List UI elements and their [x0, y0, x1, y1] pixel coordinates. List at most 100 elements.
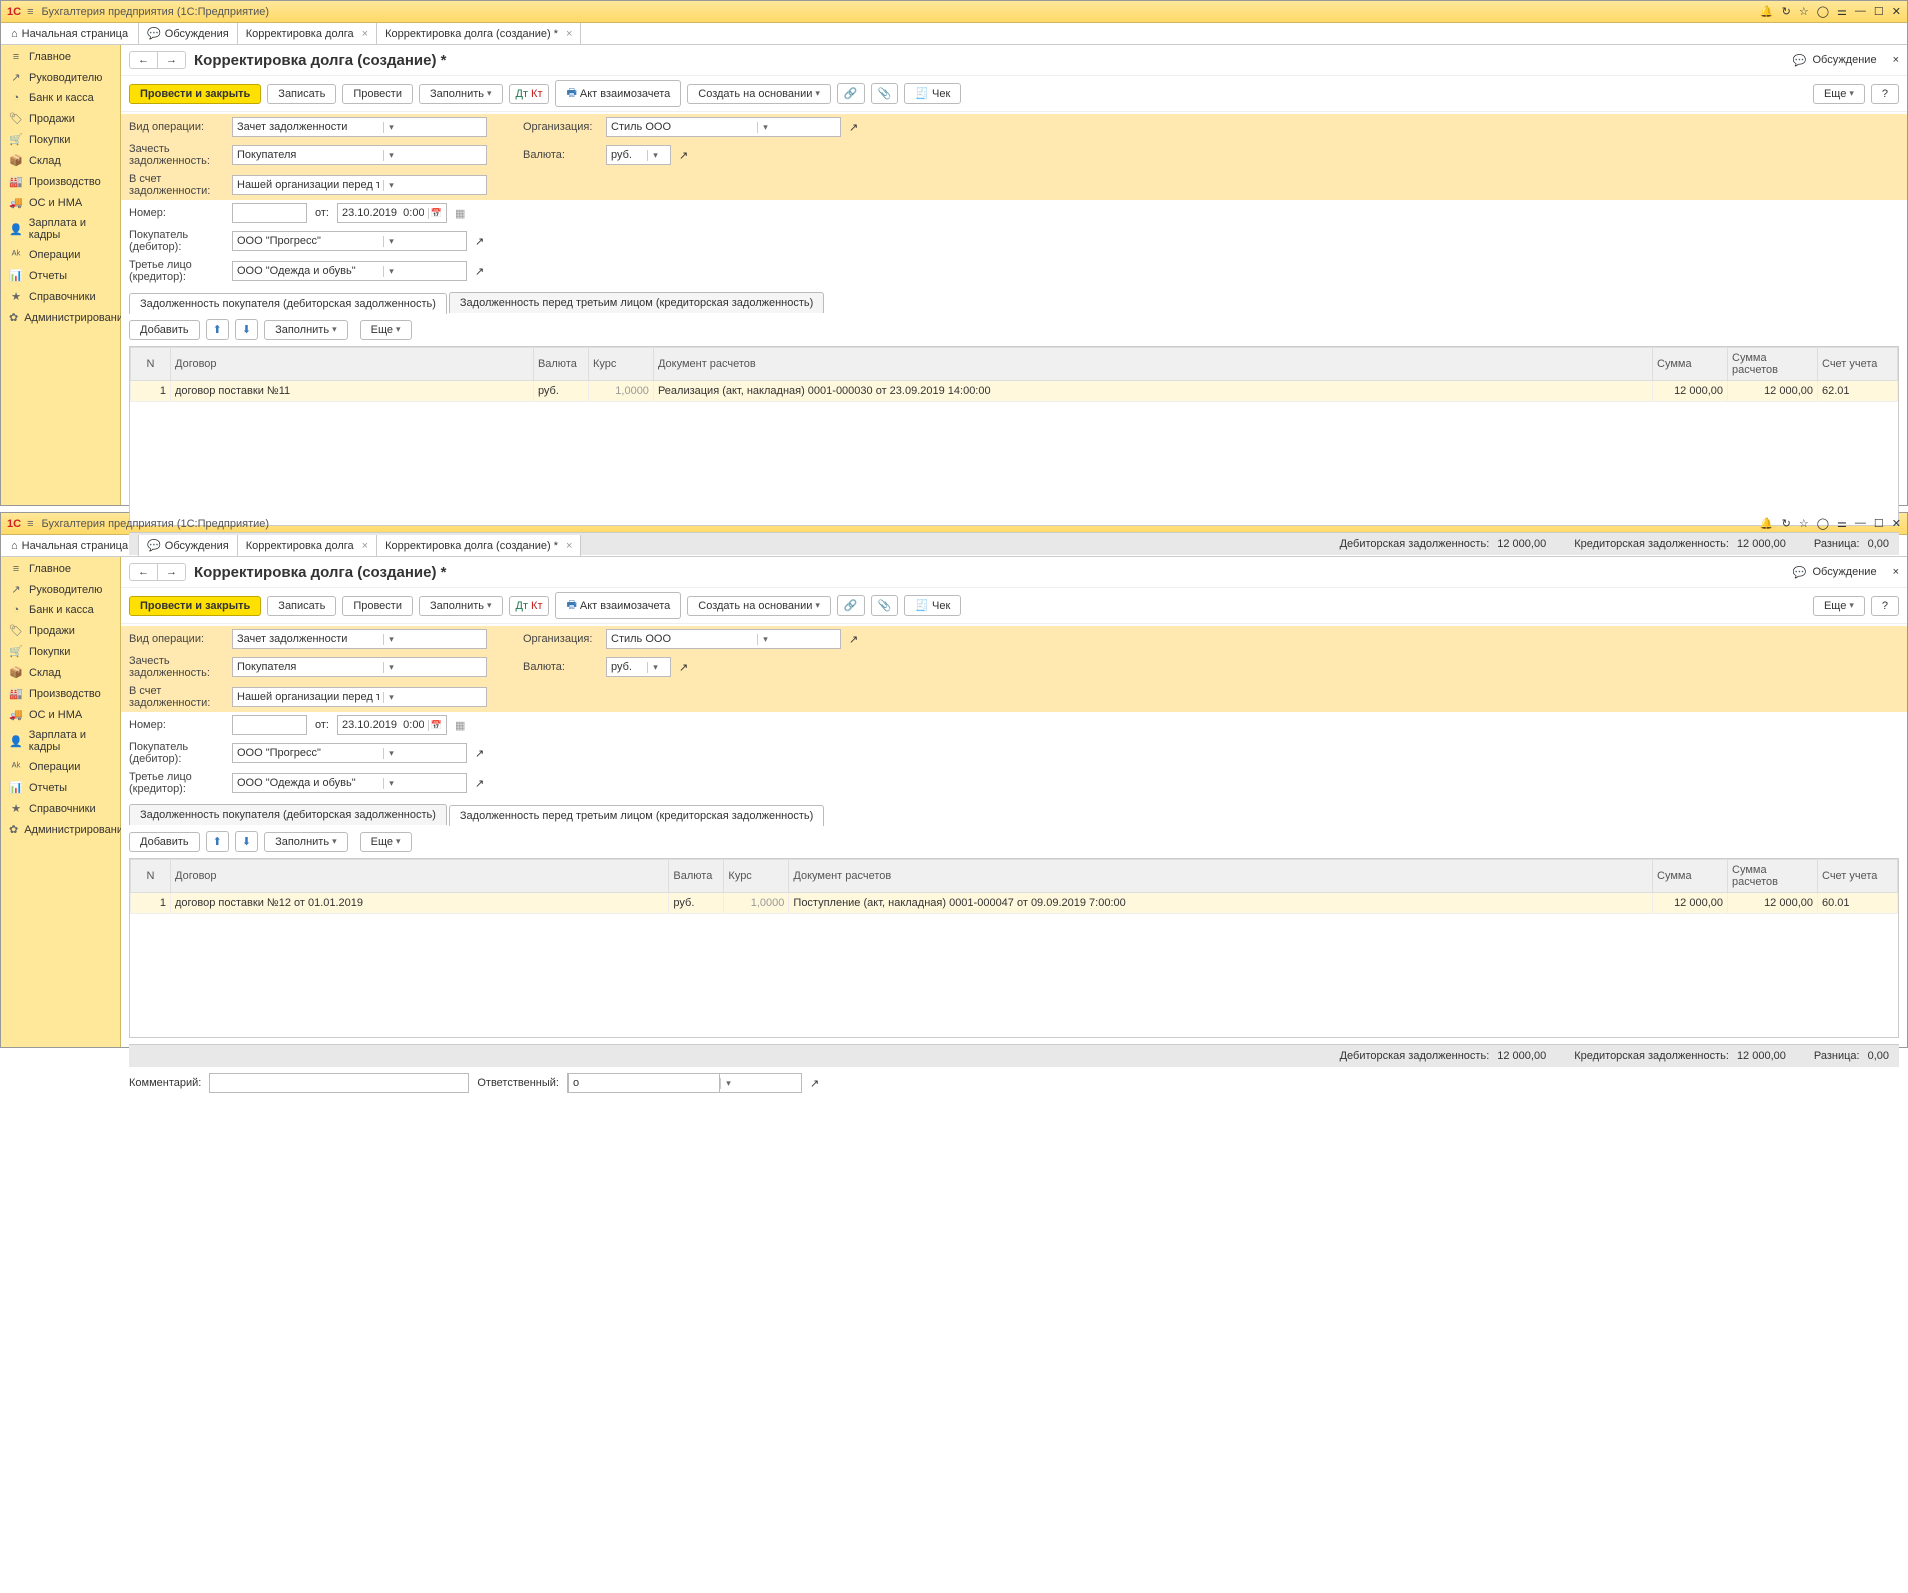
close-panel-icon[interactable]: × — [1893, 54, 1899, 66]
date-input[interactable]: 📅 — [337, 715, 447, 735]
sidebar-item-sales[interactable]: 🏷Продажи — [1, 108, 120, 129]
col-sum2[interactable]: Сумма расчетов — [1728, 348, 1818, 381]
number-input[interactable] — [232, 203, 307, 223]
offset-select[interactable]: ▾ — [232, 145, 487, 165]
third-select[interactable]: ▾ — [232, 773, 467, 793]
attach-button[interactable]: 📎 — [871, 83, 899, 104]
sidebar-item-admin[interactable]: ✿Администрирование — [1, 307, 120, 328]
tab-close-icon[interactable]: × — [362, 28, 368, 40]
dropdown-icon[interactable]: ▾ — [383, 236, 399, 247]
tab-debt-adj[interactable]: Корректировка долга× — [238, 23, 377, 44]
comment-input[interactable] — [209, 1073, 469, 1093]
more-button[interactable]: Еще — [1813, 596, 1865, 616]
open-icon[interactable]: ↗ — [475, 747, 484, 760]
bell-icon[interactable]: 🔔 — [1760, 5, 1774, 18]
link-button[interactable]: 🔗 — [837, 83, 865, 104]
open-icon[interactable]: ↗ — [849, 633, 858, 646]
sidebar-item-catalogs[interactable]: ★Справочники — [1, 798, 120, 819]
col-doc[interactable]: Документ расчетов — [789, 860, 1653, 893]
save-button[interactable]: Записать — [267, 596, 336, 616]
link-button[interactable]: 🔗 — [837, 595, 865, 616]
tab-debt-adj[interactable]: Корректировка долга× — [238, 535, 377, 556]
number-input[interactable] — [232, 715, 307, 735]
table-more-button[interactable]: Еще — [360, 832, 412, 852]
filter-icon[interactable]: ⚌ — [1837, 5, 1847, 18]
dtkt-button[interactable]: ДтКт — [509, 596, 550, 616]
minimize-icon[interactable]: — — [1855, 5, 1866, 18]
sidebar-item-bank[interactable]: ◔Банк и касса — [1, 88, 120, 108]
col-n[interactable]: N — [131, 860, 171, 893]
add-button[interactable]: Добавить — [129, 320, 200, 340]
cheque-button[interactable]: 🧾 Чек — [904, 83, 961, 104]
tab-close-icon[interactable]: × — [566, 540, 572, 552]
dropdown-icon[interactable]: ▾ — [647, 662, 663, 673]
minimize-icon[interactable]: — — [1855, 517, 1866, 530]
move-down-button[interactable]: ⬇ — [235, 319, 258, 340]
sidebar-item-main[interactable]: ≡Главное — [1, 559, 120, 579]
cheque-button[interactable]: 🧾 Чек — [904, 595, 961, 616]
discussion-label[interactable]: Обсуждение — [1812, 54, 1876, 66]
tab-close-icon[interactable]: × — [566, 28, 572, 40]
sidebar-item-operations[interactable]: ᴬᵏОперации — [1, 757, 120, 777]
bell-icon[interactable]: 🔔 — [1760, 517, 1774, 530]
currency-select[interactable]: ▾ — [606, 657, 671, 677]
col-rate[interactable]: Курс — [724, 860, 789, 893]
help-button[interactable]: ? — [1871, 596, 1899, 616]
dropdown-icon[interactable]: ▾ — [647, 150, 663, 161]
sidebar-item-reports[interactable]: 📊Отчеты — [1, 777, 120, 798]
dropdown-icon[interactable]: ▾ — [383, 180, 399, 191]
circle-icon[interactable]: ◯ — [1817, 517, 1829, 530]
sidebar-item-manager[interactable]: ↗Руководителю — [1, 67, 120, 88]
discussion-label[interactable]: Обсуждение — [1812, 566, 1876, 578]
currency-select[interactable]: ▾ — [606, 145, 671, 165]
more-button[interactable]: Еще — [1813, 84, 1865, 104]
circle-icon[interactable]: ◯ — [1817, 5, 1829, 18]
history-icon[interactable]: ↻ — [1782, 5, 1791, 18]
col-rate[interactable]: Курс — [588, 348, 653, 381]
sidebar-item-warehouse[interactable]: 📦Склад — [1, 150, 120, 171]
col-contract[interactable]: Договор — [171, 860, 669, 893]
post-close-button[interactable]: Провести и закрыть — [129, 596, 261, 616]
oper-type-select[interactable]: ▾ — [232, 629, 487, 649]
move-down-button[interactable]: ⬇ — [235, 831, 258, 852]
tab-receivables[interactable]: Задолженность покупателя (дебиторская за… — [129, 804, 447, 825]
menu-icon[interactable]: ≡ — [27, 518, 33, 530]
against-select[interactable]: ▾ — [232, 687, 487, 707]
calendar-icon[interactable]: 📅 — [428, 208, 444, 219]
maximize-icon[interactable]: ☐ — [1874, 517, 1884, 530]
sidebar-item-production[interactable]: 🏭Производство — [1, 171, 120, 192]
dropdown-icon[interactable]: ▾ — [383, 266, 399, 277]
table-row[interactable]: 1 договор поставки №11 руб. 1,0000 Реали… — [131, 381, 1898, 402]
back-button[interactable]: ← — [130, 564, 158, 580]
sidebar-item-main[interactable]: ≡Главное — [1, 47, 120, 67]
back-button[interactable]: ← — [130, 52, 158, 68]
fill-table-button[interactable]: Заполнить — [264, 832, 348, 852]
tab-debt-adj-new[interactable]: Корректировка долга (создание) *× — [377, 535, 581, 556]
dropdown-icon[interactable]: ▾ — [383, 634, 399, 645]
fill-table-button[interactable]: Заполнить — [264, 320, 348, 340]
sidebar-item-purchases[interactable]: 🛒Покупки — [1, 641, 120, 662]
home-tab[interactable]: ⌂Начальная страница — [1, 23, 139, 44]
help-button[interactable]: ? — [1871, 84, 1899, 104]
sidebar-item-operations[interactable]: ᴬᵏОперации — [1, 245, 120, 265]
sidebar-item-bank[interactable]: ◔Банк и касса — [1, 600, 120, 620]
attach-button[interactable]: 📎 — [871, 595, 899, 616]
post-button[interactable]: Провести — [342, 596, 413, 616]
sidebar-item-catalogs[interactable]: ★Справочники — [1, 286, 120, 307]
sidebar-item-warehouse[interactable]: 📦Склад — [1, 662, 120, 683]
sidebar-item-hr[interactable]: 👤Зарплата и кадры — [1, 213, 120, 245]
create-on-button[interactable]: Создать на основании — [687, 596, 831, 616]
col-contract[interactable]: Договор — [171, 348, 534, 381]
tab-close-icon[interactable]: × — [362, 540, 368, 552]
col-currency[interactable]: Валюта — [533, 348, 588, 381]
doc-icon[interactable]: ▦ — [455, 207, 465, 220]
sidebar-item-manager[interactable]: ↗Руководителю — [1, 579, 120, 600]
dropdown-icon[interactable]: ▾ — [383, 662, 399, 673]
menu-icon[interactable]: ≡ — [27, 6, 33, 18]
act-button[interactable]: 🖶 Акт взаимозачета — [555, 592, 681, 619]
star-icon[interactable]: ☆ — [1799, 517, 1809, 530]
home-tab[interactable]: ⌂Начальная страница — [1, 535, 139, 556]
dropdown-icon[interactable]: ▾ — [757, 634, 773, 645]
post-button[interactable]: Провести — [342, 84, 413, 104]
col-acc[interactable]: Счет учета — [1818, 348, 1898, 381]
